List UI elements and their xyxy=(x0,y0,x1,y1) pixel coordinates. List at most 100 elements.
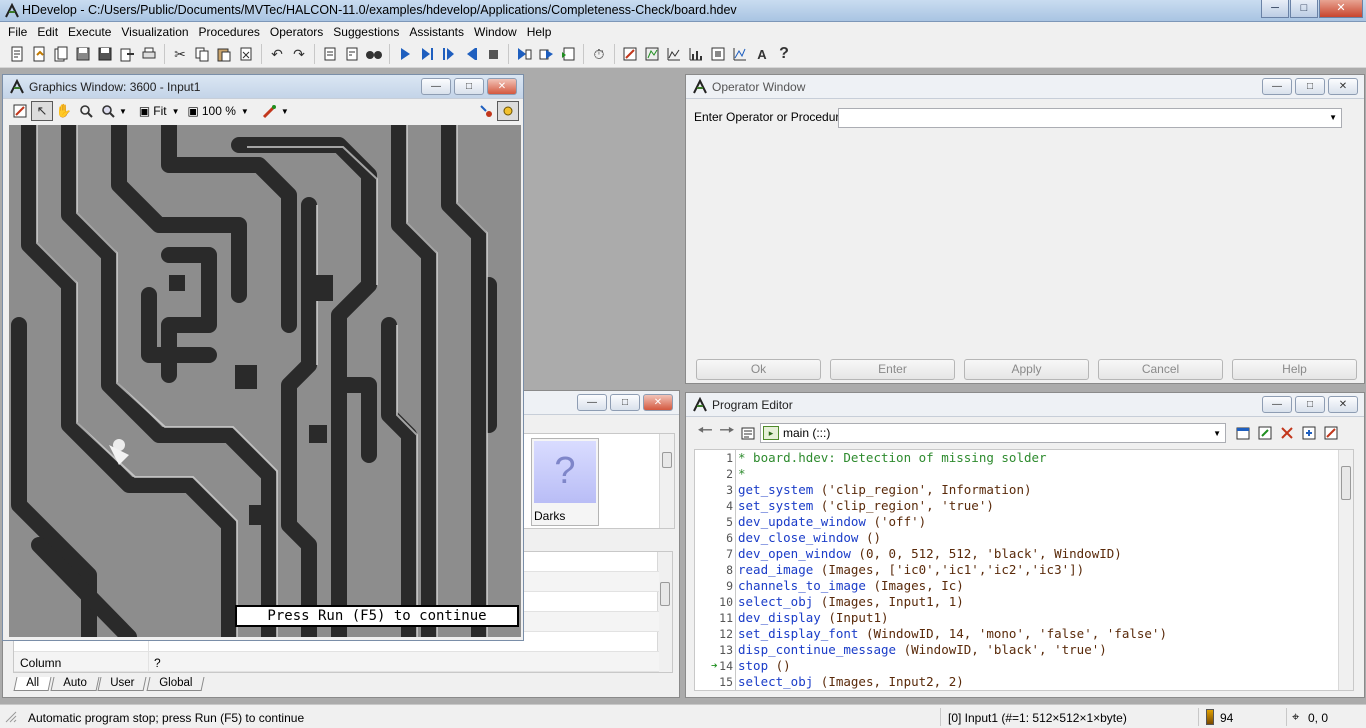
stop-icon[interactable] xyxy=(482,43,504,65)
menu-operators[interactable]: Operators xyxy=(266,25,329,39)
forward-arrow-icon[interactable]: 🠖 xyxy=(716,418,738,448)
maximize-button[interactable]: □ xyxy=(454,78,484,95)
copy-icon[interactable] xyxy=(191,43,213,65)
menu-edit[interactable]: Edit xyxy=(33,25,64,39)
delete-procedure-icon[interactable] xyxy=(1276,422,1298,444)
code-line[interactable]: 2 * xyxy=(695,466,1335,482)
close-button[interactable]: ✕ xyxy=(643,394,673,411)
create-procedure-icon[interactable] xyxy=(1298,422,1320,444)
uncomment-icon[interactable] xyxy=(341,43,363,65)
maximize-button[interactable]: □ xyxy=(1290,0,1318,18)
light-icon[interactable] xyxy=(497,101,519,121)
code-line[interactable]: 7 dev_open_window (0, 0, 512, 512, 'black… xyxy=(695,546,1335,562)
feature-histogram-icon[interactable] xyxy=(685,43,707,65)
code-line[interactable]: 14 ➔ stop () xyxy=(695,658,1335,674)
find-icon[interactable] xyxy=(363,43,385,65)
save-as-icon[interactable] xyxy=(94,43,116,65)
chevron-down-icon[interactable]: ▼ xyxy=(119,107,127,116)
run-icon[interactable] xyxy=(394,43,416,65)
maximize-button[interactable]: □ xyxy=(1295,396,1325,413)
open-example-icon[interactable] xyxy=(50,43,72,65)
new-file-icon[interactable] xyxy=(6,43,28,65)
zoom-icon[interactable] xyxy=(75,101,97,121)
table-row[interactable]: Column? xyxy=(14,652,659,672)
step-into-icon[interactable] xyxy=(513,43,535,65)
procedure-combo[interactable]: ▸ main (:::) ▼ xyxy=(760,423,1226,443)
help-icon[interactable]: ? xyxy=(773,43,795,65)
menu-assistants[interactable]: Assistants xyxy=(405,25,470,39)
fit-combo[interactable]: ▣ Fit ▼ xyxy=(139,104,180,118)
line-profile-icon[interactable] xyxy=(663,43,685,65)
code-line[interactable]: 5 dev_update_window ('off') xyxy=(695,514,1335,530)
code-line[interactable]: 10 select_obj (Images, Input1, 1) xyxy=(695,594,1335,610)
run-to-insert-icon[interactable] xyxy=(416,43,438,65)
redo-icon[interactable]: ↷ xyxy=(288,43,310,65)
control-scrollbar[interactable] xyxy=(657,552,672,672)
code-line[interactable]: 3 get_system ('clip_region', Information) xyxy=(695,482,1335,498)
menu-execute[interactable]: Execute xyxy=(64,25,117,39)
comment-icon[interactable] xyxy=(319,43,341,65)
menu-file[interactable]: File xyxy=(4,25,33,39)
graphics-settings-icon[interactable] xyxy=(619,43,641,65)
code-line[interactable]: 1 * board.hdev: Detection of missing sold… xyxy=(695,450,1335,466)
close-button[interactable]: ✕ xyxy=(487,78,517,95)
zoom-window-icon[interactable] xyxy=(729,43,751,65)
undo-icon[interactable]: ↶ xyxy=(266,43,288,65)
code-line[interactable]: 13 disp_continue_message (WindowID, 'blac… xyxy=(695,642,1335,658)
ok-button[interactable]: Ok xyxy=(696,359,821,380)
close-button[interactable]: ✕ xyxy=(1319,0,1363,18)
magnify-icon[interactable] xyxy=(97,101,119,121)
open-file-icon[interactable] xyxy=(28,43,50,65)
procedure-interface-icon[interactable] xyxy=(1320,422,1342,444)
procedure-list-icon[interactable] xyxy=(738,422,758,444)
settings-icon[interactable] xyxy=(9,101,31,121)
maximize-button[interactable]: □ xyxy=(1295,78,1325,95)
code-line[interactable]: 15 select_obj (Images, Input2, 2) xyxy=(695,674,1335,690)
tab-auto[interactable]: Auto xyxy=(50,677,99,691)
apply-button[interactable]: Apply xyxy=(964,359,1089,380)
close-button[interactable]: ✕ xyxy=(1328,396,1358,413)
edit-procedure-icon[interactable] xyxy=(1254,422,1276,444)
tab-all[interactable]: All xyxy=(13,677,52,691)
tab-global[interactable]: Global xyxy=(146,677,205,691)
code-line[interactable]: 12 set_display_font (WindowID, 14, 'mono'… xyxy=(695,626,1335,642)
cut-icon[interactable]: ✂ xyxy=(169,43,191,65)
calendar-icon[interactable] xyxy=(1232,422,1254,444)
tab-user[interactable]: User xyxy=(97,677,148,691)
step-out-icon[interactable] xyxy=(535,43,557,65)
code-line[interactable]: 11 dev_display (Input1) xyxy=(695,610,1335,626)
enter-button[interactable]: Enter xyxy=(830,359,955,380)
code-line[interactable]: 8 read_image (Images, ['ic0','ic1','ic2',… xyxy=(695,562,1335,578)
zoom-combo[interactable]: ▣ 100 % ▼ xyxy=(188,104,249,118)
menu-suggestions[interactable]: Suggestions xyxy=(329,25,405,39)
variable-tile-darks[interactable]: ? Darks xyxy=(531,438,599,526)
minimize-button[interactable]: — xyxy=(421,78,451,95)
minimize-button[interactable]: — xyxy=(1262,78,1292,95)
chevron-down-icon[interactable]: ▼ xyxy=(281,107,289,116)
close-button[interactable]: ✕ xyxy=(1328,78,1358,95)
minimize-button[interactable]: — xyxy=(577,394,607,411)
export-icon[interactable] xyxy=(116,43,138,65)
delete-icon[interactable] xyxy=(235,43,257,65)
code-line[interactable]: 6 dev_close_window () xyxy=(695,530,1335,546)
code-editor[interactable]: 1 * board.hdev: Detection of missing sold… xyxy=(694,449,1354,691)
maximize-button[interactable]: □ xyxy=(610,394,640,411)
cancel-button[interactable]: Cancel xyxy=(1098,359,1223,380)
menu-help[interactable]: Help xyxy=(523,25,558,39)
iconic-scrollbar[interactable] xyxy=(659,434,674,528)
graphics-canvas[interactable]: Press Run (F5) to continue xyxy=(9,125,521,637)
minimize-button[interactable]: — xyxy=(1262,396,1292,413)
step-over-icon[interactable] xyxy=(438,43,460,65)
pointer-icon[interactable]: ↖ xyxy=(31,101,53,121)
image-transfer-icon[interactable] xyxy=(475,101,497,121)
minimize-button[interactable]: ─ xyxy=(1261,0,1289,18)
menu-procedures[interactable]: Procedures xyxy=(195,25,266,39)
code-line[interactable]: 4 set_system ('clip_region', 'true') xyxy=(695,498,1335,514)
menu-window[interactable]: Window xyxy=(470,25,523,39)
back-arrow-icon[interactable]: 🠔 xyxy=(694,418,716,448)
print-icon[interactable] xyxy=(138,43,160,65)
ocr-training-icon[interactable]: A xyxy=(751,43,773,65)
gray-histogram-icon[interactable] xyxy=(641,43,663,65)
code-line[interactable]: 9 channels_to_image (Images, Ic) xyxy=(695,578,1335,594)
feature-inspection-icon[interactable] xyxy=(707,43,729,65)
